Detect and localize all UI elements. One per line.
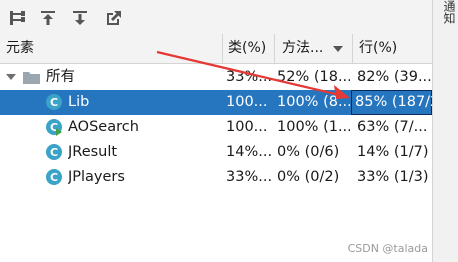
export-down-icon[interactable] bbox=[70, 8, 90, 28]
column-header: 元素 类(%) 方法... 行(%) bbox=[0, 34, 432, 64]
svg-text:C: C bbox=[50, 171, 58, 184]
row-name: Lib bbox=[68, 94, 90, 110]
hierarchy-icon[interactable] bbox=[7, 8, 27, 28]
class-icon: C bbox=[45, 93, 63, 111]
coverage-tool-window: 元素 类(%) 方法... 行(%) 所有 33%... 52% (18... … bbox=[0, 0, 458, 262]
tree-row-lib[interactable]: C Lib 100... 100% (8... 85% (187/218) bbox=[0, 90, 432, 115]
row-line-pct: 63% (7/... bbox=[357, 119, 428, 135]
row-method-pct: 100% (8... bbox=[277, 94, 350, 110]
row-line-pct: 82% (39... bbox=[357, 69, 432, 85]
column-header-line-pct[interactable]: 行(%) bbox=[359, 34, 429, 63]
tree-row-aosearch[interactable]: C AOSearch 100... 100% (1... 63% (7/... bbox=[0, 115, 432, 140]
tree-row-all[interactable]: 所有 33%... 52% (18... 82% (39... bbox=[0, 65, 432, 90]
notifications-tab-label[interactable]: 通知 bbox=[437, 0, 456, 24]
svg-text:C: C bbox=[50, 96, 58, 109]
row-name: JPlayers bbox=[68, 169, 125, 185]
row-name: JResult bbox=[68, 144, 118, 160]
class-runnable-icon: C bbox=[45, 118, 63, 136]
row-line-pct: 85% (187/218) bbox=[355, 94, 432, 110]
tree-row-jresult[interactable]: C JResult 14%... 0% (0/6) 14% (1/7) bbox=[0, 140, 432, 165]
notifications-side-panel[interactable]: 通知 bbox=[432, 0, 458, 262]
row-name: AOSearch bbox=[68, 119, 139, 135]
row-class-pct: 100... bbox=[226, 94, 268, 110]
folder-icon bbox=[23, 71, 40, 84]
column-separator[interactable] bbox=[352, 34, 353, 64]
sort-descending-icon[interactable] bbox=[333, 46, 343, 52]
row-line-pct: 33% (1/3) bbox=[357, 169, 429, 185]
row-class-pct: 33%... bbox=[226, 169, 272, 185]
row-line-pct: 14% (1/7) bbox=[357, 144, 429, 160]
row-method-pct: 0% (0/2) bbox=[277, 169, 340, 185]
column-header-method-pct[interactable]: 方法... bbox=[282, 34, 338, 63]
class-icon: C bbox=[45, 168, 63, 186]
import-up-icon[interactable] bbox=[38, 8, 58, 28]
class-icon: C bbox=[45, 143, 63, 161]
row-method-pct: 52% (18... bbox=[277, 69, 350, 85]
watermark: CSDN @talada bbox=[347, 242, 428, 255]
row-name: 所有 bbox=[46, 69, 75, 85]
row-method-pct: 0% (0/6) bbox=[277, 144, 340, 160]
open-external-icon[interactable] bbox=[104, 8, 124, 28]
row-class-pct: 33%... bbox=[226, 69, 272, 85]
tree-row-jplayers[interactable]: C JPlayers 33%... 0% (0/2) 33% (1/3) bbox=[0, 165, 432, 190]
column-separator[interactable] bbox=[222, 34, 223, 64]
row-class-pct: 100... bbox=[226, 119, 268, 135]
row-class-pct: 14%... bbox=[226, 144, 272, 160]
toolbar bbox=[0, 0, 432, 34]
row-method-pct: 100% (1... bbox=[277, 119, 350, 135]
column-header-element[interactable]: 元素 bbox=[6, 34, 216, 63]
collapse-chevron-icon[interactable] bbox=[6, 74, 16, 80]
column-separator[interactable] bbox=[274, 34, 275, 64]
svg-text:C: C bbox=[50, 146, 58, 159]
column-header-class-pct[interactable]: 类(%) bbox=[228, 34, 272, 63]
